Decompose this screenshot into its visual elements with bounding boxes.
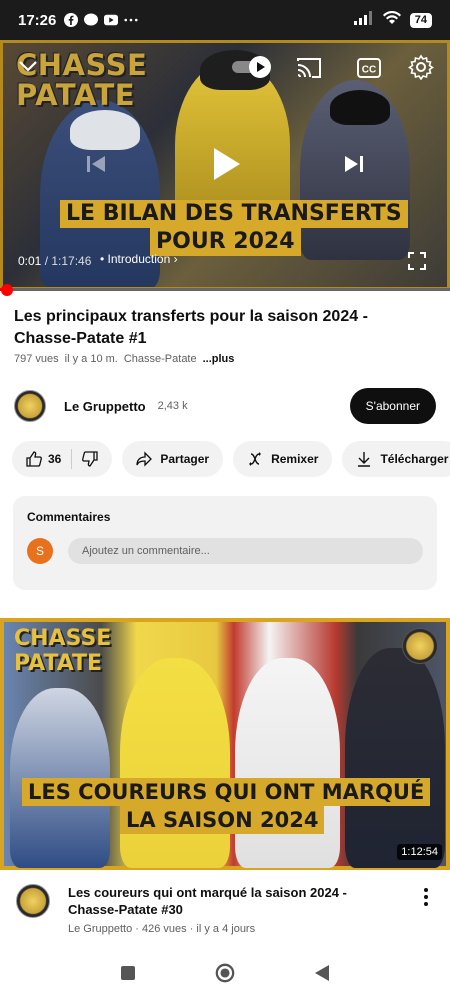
- share-button[interactable]: Partager: [122, 441, 224, 477]
- rider-image: [235, 658, 340, 868]
- chapter-text: • Introduction: [100, 252, 171, 266]
- more-link[interactable]: ...plus: [203, 353, 235, 365]
- comments-header: Commentaires: [27, 510, 111, 524]
- video-meta[interactable]: 797 vues il y a 10 m. Chasse-Patate ...p…: [14, 353, 234, 365]
- divider: [0, 598, 450, 606]
- progress-bar[interactable]: [0, 288, 450, 291]
- video-duration-badge: 1:12:54: [397, 844, 442, 860]
- comment-input[interactable]: Ajoutez un commentaire...: [68, 538, 423, 564]
- channel-avatar[interactable]: [14, 390, 46, 422]
- gear-icon[interactable]: [406, 52, 436, 82]
- upload-age: il y a 10 m.: [64, 353, 118, 365]
- rider-image: [120, 658, 230, 868]
- action-bar: 36 Partager Remixer Télécharger: [12, 441, 450, 477]
- svg-text:CC: CC: [362, 65, 376, 76]
- share-label: Partager: [160, 452, 210, 466]
- battery-indicator: 74: [409, 12, 432, 28]
- view-count: 797 vues: [14, 353, 59, 365]
- wifi-icon: [382, 10, 402, 29]
- video-title: Les principaux transferts pour la saison…: [14, 308, 368, 347]
- channel-row[interactable]: Le Gruppetto 2,43 k S'abonner: [14, 386, 436, 426]
- next-video-info[interactable]: Les coureurs qui ont marqué la saison 20…: [16, 884, 436, 935]
- autoplay-toggle[interactable]: [232, 56, 272, 78]
- home-icon[interactable]: [215, 963, 235, 983]
- captions-icon[interactable]: CC: [356, 56, 382, 80]
- share-icon: [136, 451, 153, 467]
- like-dislike-group: 36: [12, 441, 113, 477]
- divider: [71, 449, 73, 469]
- next-icon[interactable]: [340, 150, 368, 178]
- subscribe-button[interactable]: S'abonner: [349, 388, 436, 424]
- play-icon[interactable]: [207, 142, 247, 186]
- like-count[interactable]: 36: [48, 452, 61, 466]
- chapter-label[interactable]: • Introduction ›: [100, 252, 178, 266]
- remix-icon: [247, 451, 263, 467]
- channel-badge-icon: [402, 628, 438, 664]
- next-video-meta: Le Gruppetto · 426 vues · il y a 4 jours: [68, 923, 256, 935]
- status-bar: 17:26 74: [0, 0, 450, 40]
- remix-button[interactable]: Remixer: [233, 441, 333, 477]
- channel-avatar[interactable]: [16, 884, 50, 918]
- more-dots-icon: [124, 13, 138, 27]
- logo-line: PATATE: [14, 651, 103, 676]
- thumbs-down-icon[interactable]: [82, 451, 99, 467]
- back-icon[interactable]: [312, 963, 332, 983]
- download-button[interactable]: Télécharger: [342, 441, 450, 477]
- remix-label: Remixer: [271, 452, 319, 466]
- signal-icon: [353, 11, 374, 29]
- channel-name[interactable]: Le Gruppetto: [64, 399, 146, 414]
- comments-section[interactable]: Commentaires S Ajoutez un commentaire...: [13, 496, 437, 590]
- recents-icon[interactable]: [118, 963, 138, 983]
- channel-tag[interactable]: Chasse-Patate: [124, 353, 197, 365]
- download-icon: [356, 451, 372, 467]
- next-video-thumbnail[interactable]: CHASSE PATATE LES COUREURS QUI ONT MARQU…: [0, 618, 450, 870]
- cast-icon[interactable]: [296, 56, 322, 80]
- chasse-patate-logo: CHASSE PATATE: [14, 626, 111, 676]
- rider-image: [345, 648, 445, 868]
- progress-scrubber[interactable]: [1, 284, 13, 296]
- system-nav-bar: [0, 946, 450, 1000]
- subscriber-count: 2,43 k: [157, 400, 188, 412]
- clock: 17:26: [18, 11, 57, 29]
- time-display: 0:01 / 1:17:46: [18, 254, 91, 268]
- previous-icon[interactable]: [82, 150, 110, 178]
- current-time: 0:01: [18, 254, 42, 268]
- download-label: Télécharger: [380, 452, 449, 466]
- youtube-icon: [104, 13, 119, 27]
- video-banner-line1: LE BILAN DES TRANSFERTS: [60, 200, 408, 228]
- messenger-icon: [84, 13, 99, 27]
- chevron-down-icon[interactable]: [16, 54, 40, 78]
- chevron-right-icon: ›: [173, 252, 178, 266]
- video-player[interactable]: CHASSE PATATE LE BILAN DES TRANSFERTS PO…: [0, 40, 450, 290]
- duration: / 1:17:46: [44, 254, 92, 268]
- facebook-icon: [64, 13, 79, 27]
- thumbnail-banner-line2: LA SAISON 2024: [120, 806, 325, 834]
- thumbs-up-icon[interactable]: [26, 451, 42, 467]
- next-video-title[interactable]: Les coureurs qui ont marqué la saison 20…: [68, 884, 368, 918]
- fullscreen-icon[interactable]: [406, 250, 428, 272]
- logo-line: PATATE: [16, 78, 136, 112]
- user-avatar: S: [27, 538, 53, 564]
- more-options-icon[interactable]: [416, 884, 436, 935]
- thumbnail-banner-line1: LES COUREURS QUI ONT MARQUÉ: [22, 778, 431, 806]
- logo-line: CHASSE: [14, 626, 112, 651]
